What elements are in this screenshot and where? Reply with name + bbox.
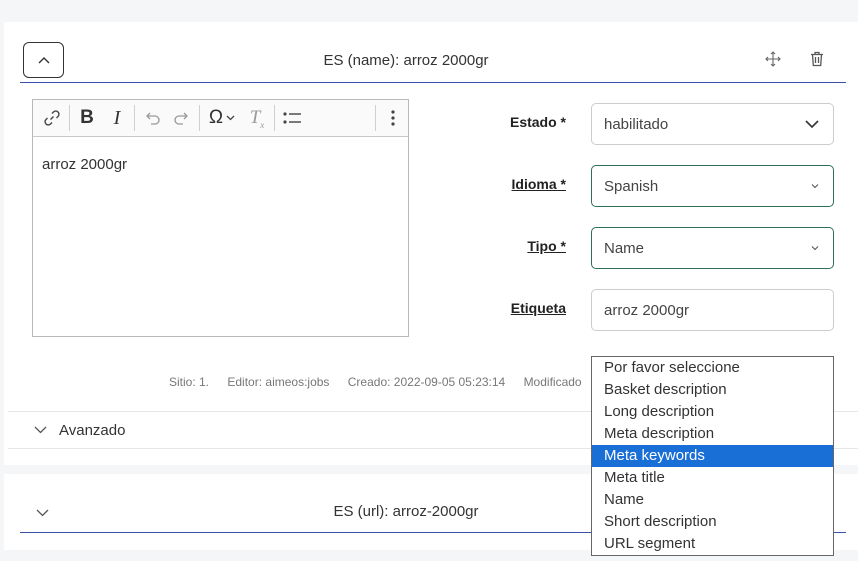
toolbar-separator	[69, 105, 70, 131]
dropdown-option[interactable]: Name	[592, 489, 833, 511]
delete-icon[interactable]	[808, 50, 826, 68]
idioma-value: Spanish	[604, 177, 659, 195]
undo-icon[interactable]	[137, 103, 167, 133]
editor-toolbar: B I Ω Tx	[33, 100, 408, 137]
etiqueta-input[interactable]: arroz 2000gr	[591, 289, 834, 331]
move-icon[interactable]	[764, 50, 782, 68]
meta-modified: Modificado	[523, 375, 582, 389]
idioma-select[interactable]: Spanish	[591, 165, 834, 207]
dropdown-option[interactable]: Meta title	[592, 467, 833, 489]
dropdown-option[interactable]: Basket description	[592, 379, 833, 401]
toolbar-separator	[134, 105, 135, 131]
dropdown-option[interactable]: Long description	[592, 401, 833, 423]
etiqueta-value: arroz 2000gr	[604, 301, 690, 319]
dropdown-option[interactable]: URL segment	[592, 533, 833, 555]
etiqueta-label: Etiqueta	[510, 300, 566, 316]
estado-value: habilitado	[604, 115, 669, 133]
meta-created: Creado: 2022-09-05 05:23:14	[347, 375, 506, 389]
chevron-down-icon	[805, 120, 819, 129]
redo-icon[interactable]	[167, 103, 197, 133]
toolbar-separator	[274, 105, 275, 131]
idioma-label: Idioma *	[511, 176, 566, 192]
editor-content[interactable]: arroz 2000gr	[33, 137, 408, 192]
header-divider	[20, 82, 846, 83]
estado-label: Estado *	[509, 114, 566, 130]
toolbar-separator	[199, 105, 200, 131]
tipo-dropdown-list[interactable]: Por favor seleccione Basket description …	[591, 356, 834, 556]
dropdown-option[interactable]: Meta description	[592, 423, 833, 445]
chevron-down-icon	[811, 184, 819, 189]
advanced-label: Avanzado	[59, 421, 126, 439]
toolbar-separator	[375, 105, 376, 131]
meta-site: Sitio: 1.	[169, 375, 210, 389]
remove-format-icon[interactable]: Tx	[242, 103, 272, 133]
estado-select[interactable]: habilitado	[591, 103, 834, 145]
dropdown-option[interactable]: Por favor seleccione	[592, 357, 833, 379]
more-options-icon[interactable]	[378, 103, 408, 133]
item-metadata: Sitio: 1. Editor: aimeos:jobs Creado: 20…	[169, 375, 597, 389]
italic-icon[interactable]: I	[102, 103, 132, 133]
card-title: ES (name): arroz 2000gr	[323, 52, 489, 69]
special-characters-icon[interactable]: Ω	[202, 103, 242, 133]
tipo-label: Tipo *	[527, 238, 566, 254]
bulleted-list-icon[interactable]	[277, 103, 307, 133]
chevron-down-icon	[811, 246, 819, 251]
tipo-select[interactable]: Name	[591, 227, 834, 269]
meta-editor: Editor: aimeos:jobs	[227, 375, 330, 389]
bold-icon[interactable]: B	[72, 103, 102, 133]
tipo-value: Name	[604, 239, 645, 257]
rich-text-editor[interactable]: B I Ω Tx arroz 2000gr	[32, 99, 409, 337]
chevron-down-icon	[34, 426, 47, 434]
dropdown-option[interactable]: Short description	[592, 511, 833, 533]
dropdown-option-selected[interactable]: Meta keywords	[592, 445, 833, 467]
link-icon[interactable]	[37, 103, 67, 133]
